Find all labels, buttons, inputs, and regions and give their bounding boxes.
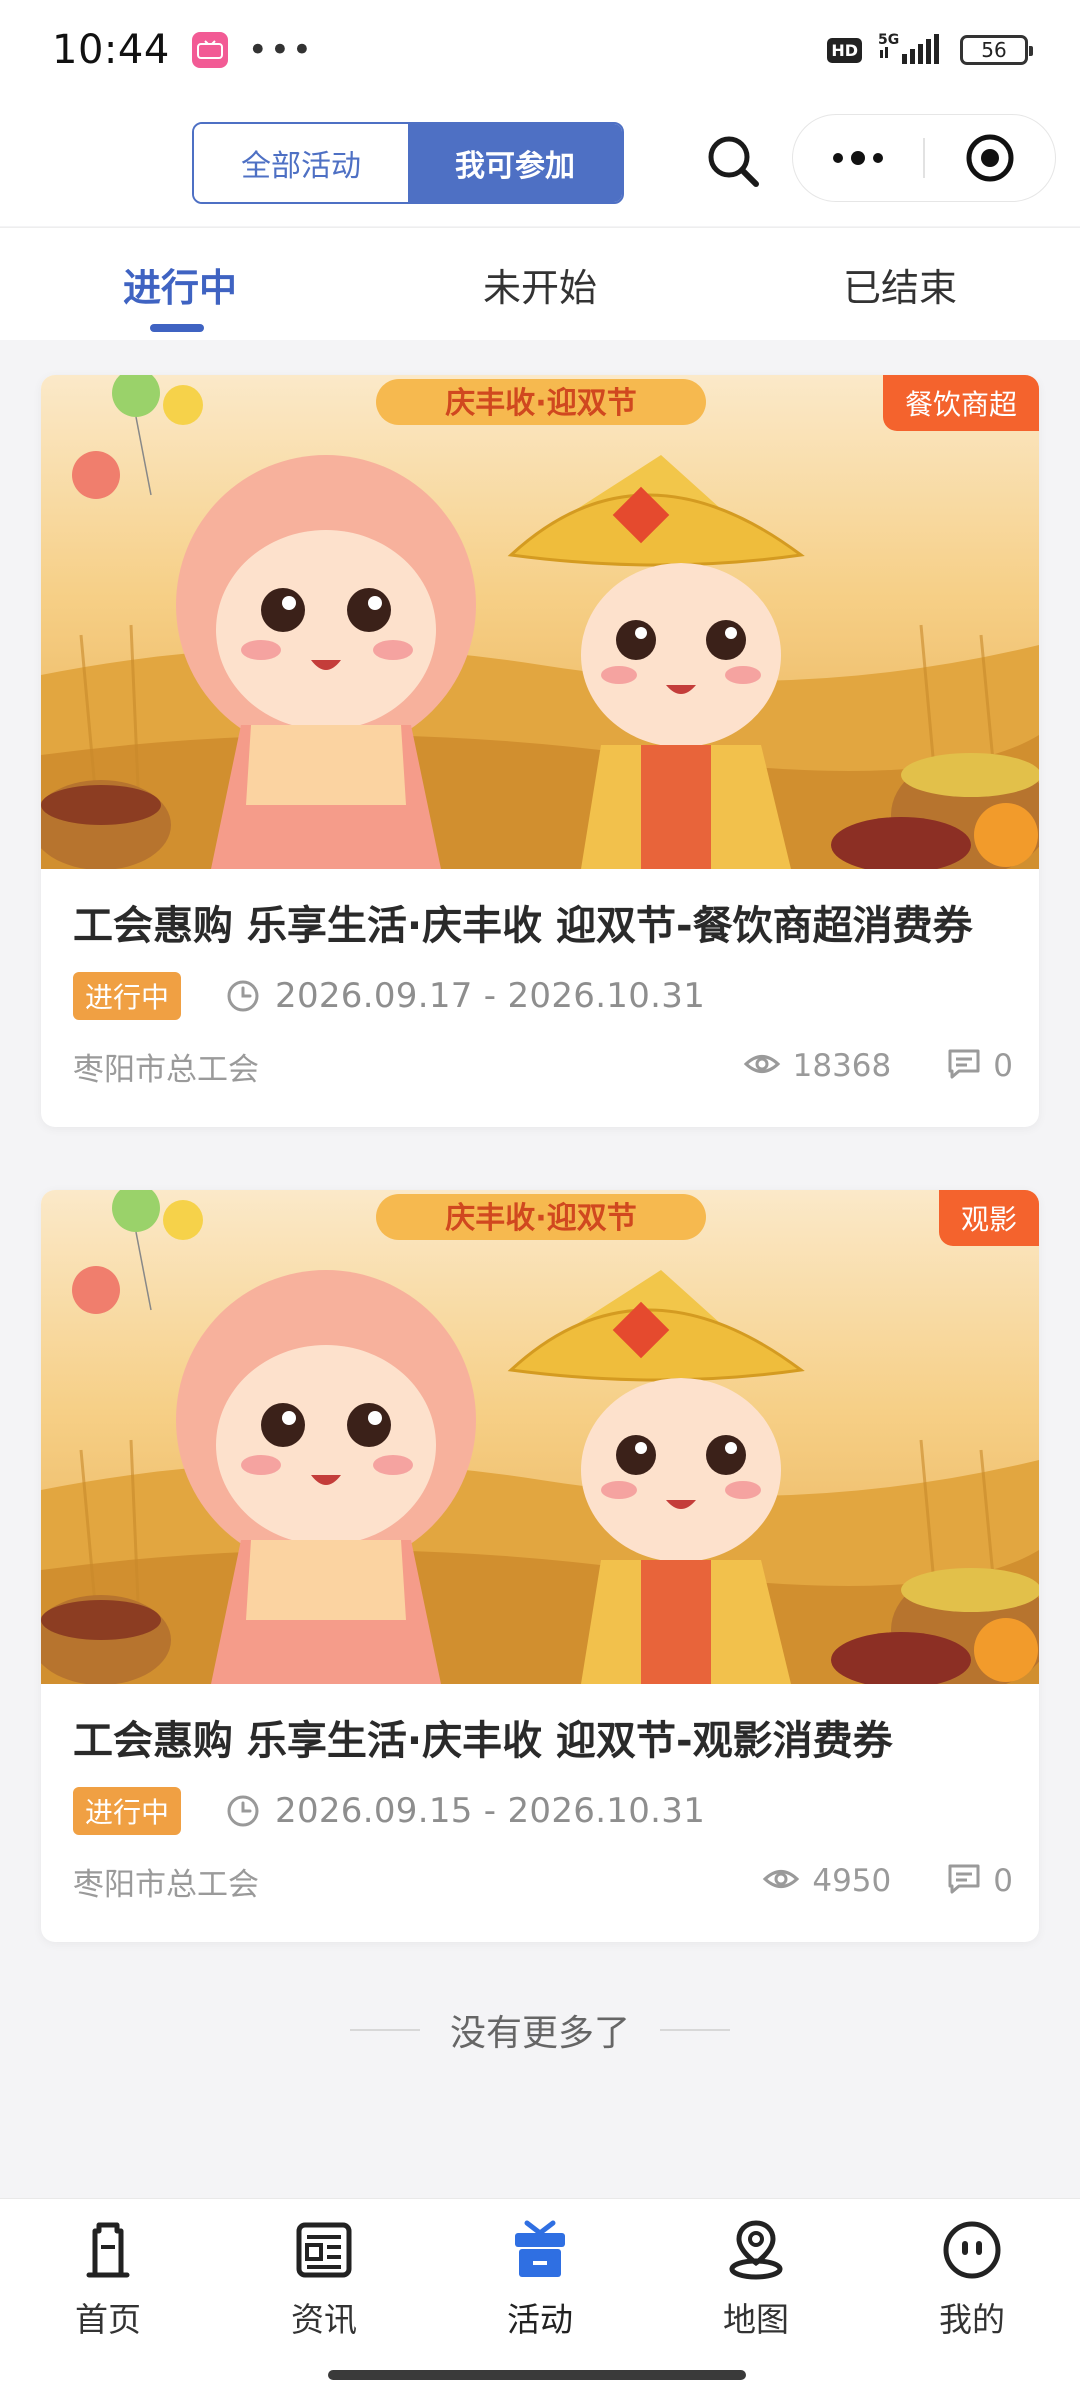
activity-banner-image: 庆丰收·迎双节 餐饮商超 [41,375,1039,869]
clock-icon [225,978,261,1014]
category-tag: 餐饮商超 [882,375,1039,431]
date-range: 2026.09.17 - 2026.10.31 [275,976,706,1016]
status-tabs: 进行中 未开始 已结束 [0,227,1080,340]
activity-meta: 进行中 2026.09.15 - 2026.10.31 [73,1786,1013,1836]
divider-left [349,2029,420,2031]
banner-caption: 庆丰收·迎双节 [445,1201,636,1236]
activity-banner-image: 庆丰收·迎双节 观影 [41,1190,1039,1684]
home-icon [75,2217,141,2283]
divider-right [660,2029,730,2031]
list-end-text: 没有更多了 [449,2013,630,2054]
eye-icon [743,1049,781,1083]
view-count: 18368 [792,1048,892,1084]
activity-stats: 4950 0 [762,1863,1013,1899]
close-target-icon[interactable] [925,115,1056,201]
news-icon [291,2217,357,2283]
organizer: 枣阳市总工会 [73,1051,259,1088]
battery-icon: 56 [960,35,1033,65]
status-badge: 进行中 [73,972,182,1020]
nav-news-label: 资讯 [291,2300,357,2339]
nav-profile-label: 我的 [939,2300,1005,2339]
gift-icon [507,2217,573,2283]
more-icon[interactable] [793,115,923,201]
toggle-all-activities[interactable]: 全部活动 [194,124,408,202]
category-tag: 观影 [938,1190,1039,1246]
activity-title: 工会惠购 乐享生活·庆丰收 迎双节-观影消费券 [73,1718,893,1764]
nav-map[interactable]: 地图 [648,2217,864,2347]
battery-level: 56 [981,38,1007,62]
activity-meta: 进行中 2026.09.17 - 2026.10.31 [73,971,1013,1021]
status-more-dots: ••• [247,30,314,70]
banner-caption: 庆丰收·迎双节 [445,386,636,421]
tab-ended[interactable]: 已结束 [750,228,1050,341]
activity-list-page: 10:44 ••• HD 5G 56 全部活动 我可参加 进行中 未开始 已结束… [0,0,1080,2400]
toggle-joinable-activities[interactable]: 我可参加 [408,124,622,202]
signal-icon: 5G [876,30,946,70]
hd-badge: HD [827,37,862,63]
nav-activity-label: 活动 [507,2300,573,2339]
network-type: 5G [878,32,899,48]
map-pin-icon [723,2217,789,2283]
profile-icon [939,2217,1005,2283]
status-time: 10:44 [52,27,170,73]
comment-count: 0 [993,1863,1013,1899]
clock-icon [225,1793,261,1829]
activity-footer: 枣阳市总工会 4950 0 [73,1856,1013,1906]
activity-title: 工会惠购 乐享生活·庆丰收 迎双节-餐饮商超消费券 [73,903,973,949]
nav-profile[interactable]: 我的 [864,2217,1080,2347]
activity-card[interactable]: 庆丰收·迎双节 餐饮商超 工会惠购 乐享生活·庆丰收 迎双节-餐饮商超消费券 进… [41,375,1039,1127]
nav-home-label: 首页 [75,2300,141,2339]
status-right: HD 5G 56 [827,30,1033,70]
activity-scope-toggle: 全部活动 我可参加 [192,122,624,204]
nav-home[interactable]: 首页 [0,2217,216,2347]
bilibili-app-icon [191,32,228,68]
search-icon[interactable] [700,128,766,194]
activity-footer: 枣阳市总工会 18368 0 [73,1041,1013,1091]
comment-count: 0 [993,1048,1013,1084]
comment-icon [947,1863,981,1899]
activity-stats: 18368 0 [743,1048,1013,1084]
mini-program-capsule [792,114,1056,202]
status-badge: 进行中 [73,1787,182,1835]
activity-card[interactable]: 庆丰收·迎双节 观影 工会惠购 乐享生活·庆丰收 迎双节-观影消费券 进行中 2… [41,1190,1039,1942]
organizer: 枣阳市总工会 [73,1866,259,1903]
nav-activity[interactable]: 活动 [432,2217,648,2347]
nav-map-label: 地图 [723,2300,789,2339]
date-range: 2026.09.15 - 2026.10.31 [275,1791,706,1831]
tab-active-indicator [150,324,204,332]
view-count: 4950 [812,1863,892,1899]
eye-icon [762,1864,800,1898]
comment-icon [947,1048,981,1084]
status-bar: 10:44 ••• HD 5G 56 [0,0,1080,100]
tab-not-started[interactable]: 未开始 [390,228,690,341]
list-end-indicator: 没有更多了 [0,2000,1080,2060]
home-indicator-bar[interactable] [328,2370,746,2380]
header: 全部活动 我可参加 [0,100,1080,226]
nav-news[interactable]: 资讯 [216,2217,432,2347]
